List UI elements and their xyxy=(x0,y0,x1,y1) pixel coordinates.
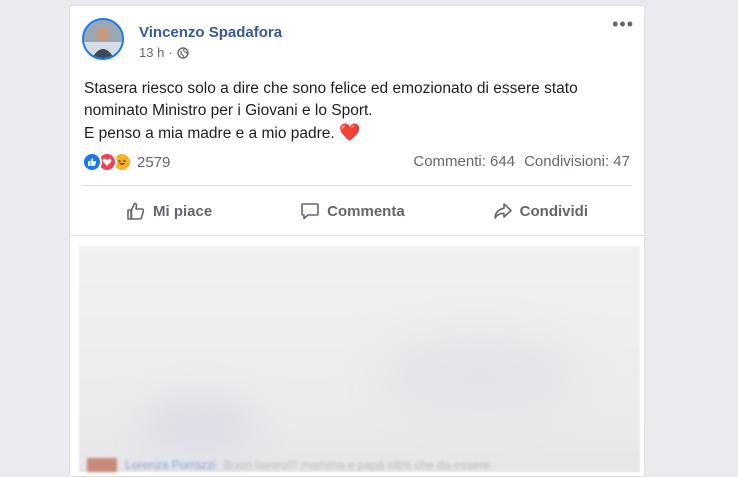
comment-avatar xyxy=(87,458,117,472)
divider xyxy=(70,235,644,236)
blurred-comment: Lorenza Porrazzi Buon lavoro!!! mamma e … xyxy=(79,458,640,472)
globe-icon xyxy=(176,46,189,59)
divider xyxy=(82,185,632,186)
comment-icon xyxy=(300,201,320,221)
reactions-summary[interactable]: 2579 xyxy=(82,152,170,172)
comments-count[interactable]: Commenti: 644 xyxy=(413,153,515,170)
meta-separator: · xyxy=(168,45,173,60)
comment-author: Lorenza Porrazzi xyxy=(125,458,216,472)
post-text-line: Stasera riesco solo a dire che sono feli… xyxy=(84,80,578,97)
share-button[interactable]: Condividi xyxy=(493,201,588,221)
avatar[interactable] xyxy=(82,18,124,60)
post-text: Stasera riesco solo a dire che sono feli… xyxy=(84,78,629,145)
preview-blur-shape xyxy=(139,396,259,456)
action-bar: Mi piace Commenta Condividi xyxy=(82,193,632,229)
post-stats: Commenti: 644 Condivisioni: 47 xyxy=(413,153,630,170)
thumbs-up-icon xyxy=(126,201,146,221)
post-card: Vincenzo Spadafora 13 h · ••• Stasera ri… xyxy=(69,5,645,477)
comment-label: Commenta xyxy=(327,202,405,220)
like-label: Mi piace xyxy=(152,202,213,220)
comment-button[interactable]: Commenta xyxy=(300,201,405,221)
blurred-comments-preview: Lorenza Porrazzi Buon lavoro!!! mamma e … xyxy=(79,246,640,472)
comment-text: Buon lavoro!!! mamma e papà oltre che da… xyxy=(223,458,490,472)
shares-count[interactable]: Condivisioni: 47 xyxy=(524,153,630,170)
heart-emoji: ❤️ xyxy=(339,123,361,142)
like-button[interactable]: Mi piace xyxy=(126,201,212,221)
post-text-line: nominato Ministro per i Giovani e lo Spo… xyxy=(84,102,373,119)
share-label: Condividi xyxy=(519,202,588,220)
preview-blur-shape xyxy=(379,336,579,416)
post-text-line: E penso a mia madre e a mio padre. ❤️ xyxy=(84,123,361,142)
post-meta: 13 h · xyxy=(139,45,189,60)
reaction-count: 2579 xyxy=(137,153,171,171)
more-options-icon[interactable]: ••• xyxy=(612,15,634,33)
author-name[interactable]: Vincenzo Spadafora xyxy=(139,24,282,41)
share-icon xyxy=(493,201,513,221)
like-reaction-icon xyxy=(82,152,102,172)
post-time[interactable]: 13 h xyxy=(139,45,164,60)
